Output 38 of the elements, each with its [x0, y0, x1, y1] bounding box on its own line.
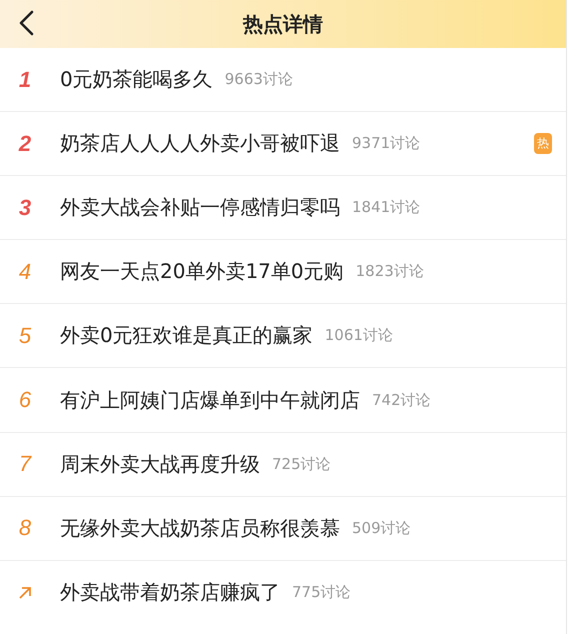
topic-row[interactable]: 外卖战带着奶茶店赚疯了 775讨论: [0, 560, 566, 625]
hot-badge: 热: [534, 133, 552, 154]
discussion-count: 1841讨论: [352, 198, 420, 218]
topic-title: 奶茶店人人人人外卖小哥被吓退: [60, 130, 340, 158]
discussion-count: 725讨论: [272, 454, 331, 474]
topic-row[interactable]: 5 外卖0元狂欢谁是真正的赢家 1061讨论: [0, 304, 566, 368]
rank-number: 8: [18, 515, 32, 542]
page-title: 热点详情: [243, 10, 323, 38]
rank-number: 3: [18, 194, 32, 221]
discussion-count: 1061讨论: [324, 326, 393, 346]
topic-title: 无缘外卖大战奶茶店员称很羡慕: [60, 514, 340, 542]
discussion-count: 1823讨论: [356, 262, 424, 282]
discussion-count: 509讨论: [352, 518, 411, 538]
topic-title: 外卖战带着奶茶店赚疯了: [60, 579, 280, 606]
topic-title: 外卖大战会补贴一停感情归零吗: [60, 194, 340, 222]
topic-row[interactable]: 7 周末外卖大战再度升级 725讨论: [0, 432, 566, 497]
topic-row[interactable]: 4 网友一天点20单外卖17单0元购 1823讨论: [0, 240, 566, 304]
discussion-count: 742讨论: [372, 390, 431, 410]
topic-row[interactable]: 2 奶茶店人人人人外卖小哥被吓退 9371讨论 热: [0, 112, 566, 176]
topic-row[interactable]: 8 无缘外卖大战奶茶店员称很羡慕 509讨论: [0, 496, 566, 561]
topic-title: 周末外卖大战再度升级: [60, 450, 260, 478]
topic-title: 有沪上阿姨门店爆单到中午就闭店: [60, 386, 360, 414]
rank-number: 5: [18, 322, 32, 349]
topic-row[interactable]: 1 0元奶茶能喝多久 9663讨论: [0, 48, 566, 112]
topic-row[interactable]: 3 外卖大战会补贴一停感情归零吗 1841讨论: [0, 176, 566, 240]
rank-number: 2: [18, 130, 32, 157]
rank-number: 7: [18, 451, 32, 478]
topic-title: 外卖0元狂欢谁是真正的赢家: [60, 322, 313, 350]
rank-number: 1: [18, 66, 32, 93]
back-icon[interactable]: [18, 10, 34, 36]
topic-title: 0元奶茶能喝多久: [60, 66, 213, 94]
rank-number: 6: [18, 387, 32, 414]
rank-number: 4: [18, 258, 32, 285]
topic-row[interactable]: 6 有沪上阿姨门店爆单到中午就闭店 742讨论: [0, 368, 566, 433]
discussion-count: 9371讨论: [352, 134, 420, 154]
discussion-count: 9663讨论: [224, 70, 293, 90]
discussion-count: 775讨论: [292, 583, 351, 602]
topic-title: 网友一天点20单外卖17单0元购: [60, 258, 344, 286]
